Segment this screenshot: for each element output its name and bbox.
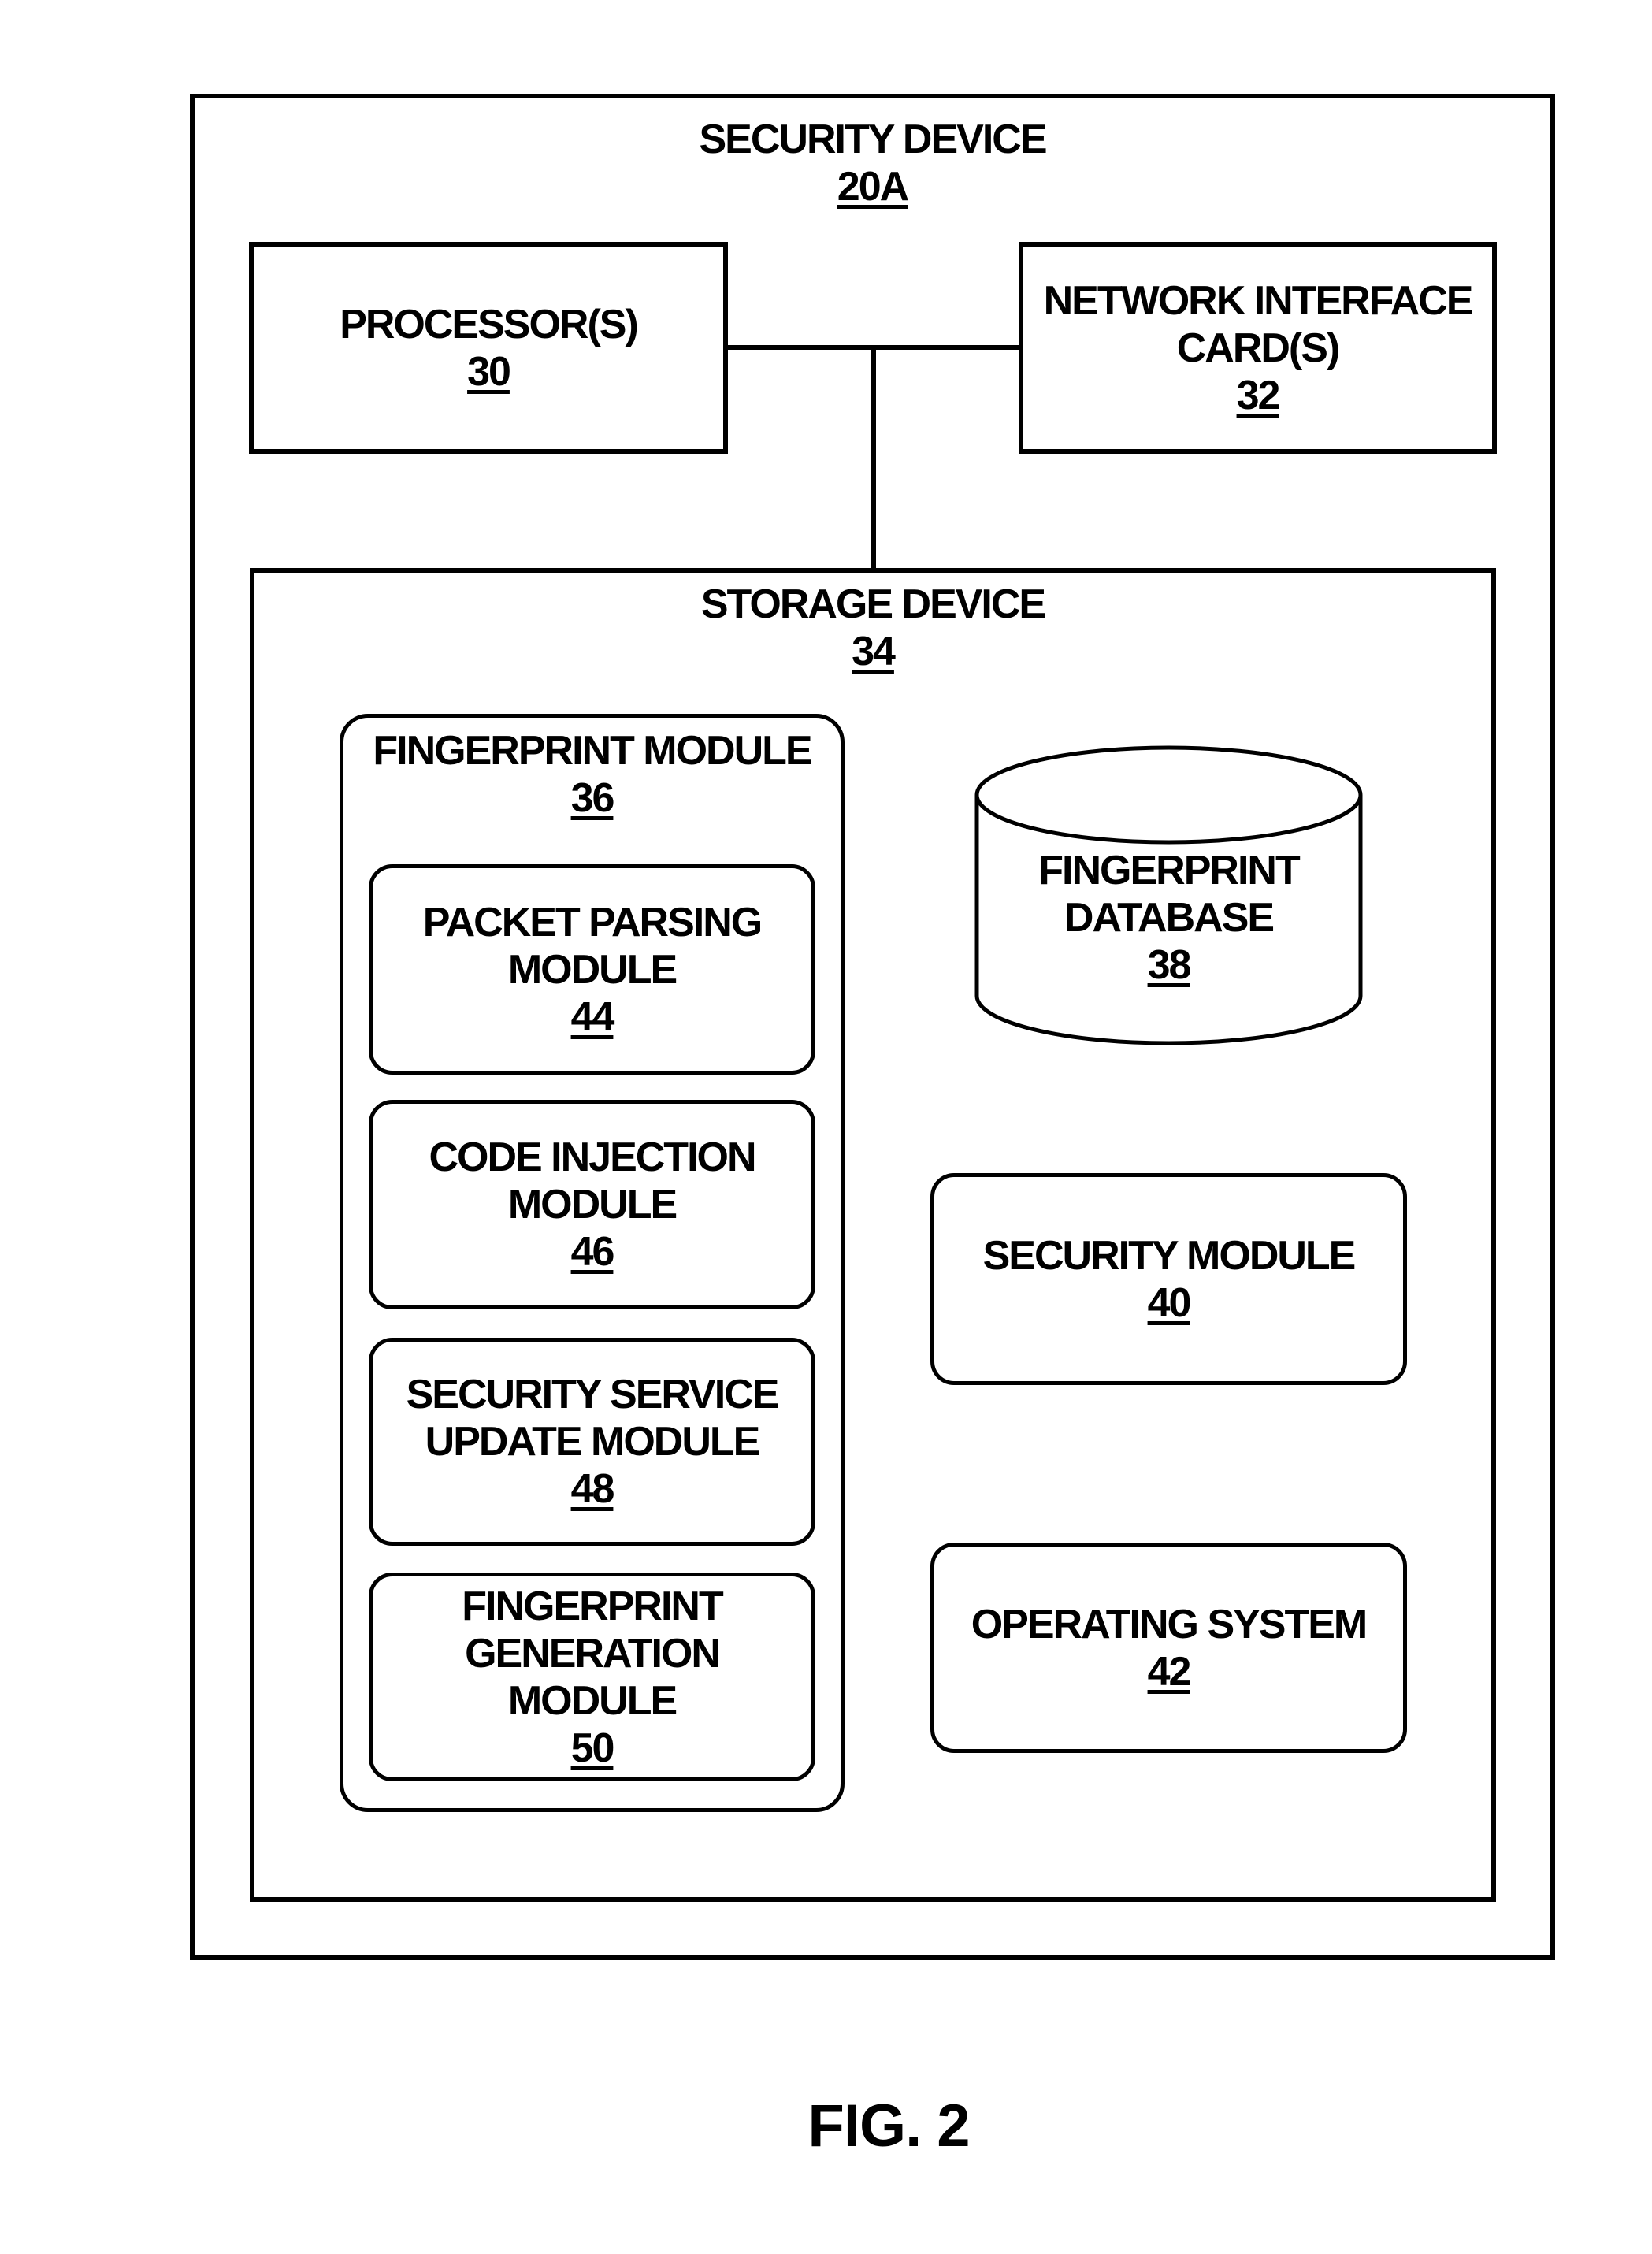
fingerprint-database-title-line-2: DATABASE [1064,895,1275,941]
operating-system-ref: 42 [1147,1648,1192,1695]
packet-parsing-title-line-2: MODULE [507,946,678,993]
operating-system-title: OPERATING SYSTEM [971,1601,1368,1647]
packet-parsing-module-box: PACKET PARSING MODULE 44 [369,864,815,1075]
fingerprint-database-label: FINGERPRINT DATABASE 38 [977,847,1361,989]
fingerprint-module-label: FINGERPRINT MODULE 36 [343,727,841,822]
network-interface-label: NETWORK INTERFACE CARD(S) 32 [1043,277,1474,419]
processor-title: PROCESSOR(S) [340,301,639,347]
storage-device-label: STORAGE DEVICE 34 [254,581,1491,675]
code-injection-title-line-2: MODULE [507,1182,678,1227]
network-interface-box: NETWORK INTERFACE CARD(S) 32 [1019,242,1497,454]
processor-ref: 30 [467,348,511,395]
fingerprint-database-ref: 38 [1147,942,1192,988]
fingerprint-generation-ref: 50 [570,1725,615,1771]
security-service-update-module-label: SECURITY SERVICE UPDATE MODULE 48 [406,1371,780,1513]
bus-connector-vertical [871,345,876,573]
fingerprint-module-ref: 36 [570,775,615,821]
processor-box: PROCESSOR(S) 30 [249,242,728,454]
fingerprint-generation-title-line-1: FINGERPRINT [462,1583,723,1629]
fingerprint-database-title-line-1: FINGERPRINT [1038,848,1300,893]
security-module-title: SECURITY MODULE [982,1232,1357,1279]
network-interface-ref: 32 [1236,372,1281,418]
code-injection-module-label: CODE INJECTION MODULE 46 [429,1134,756,1276]
database-cylinder-top [974,745,1363,845]
storage-device-ref: 34 [852,629,896,674]
security-device-ref: 20A [837,164,909,210]
security-module-box: SECURITY MODULE 40 [930,1173,1407,1385]
packet-parsing-module-label: PACKET PARSING MODULE 44 [422,899,763,1041]
network-interface-title-line-1: NETWORK INTERFACE [1043,277,1474,324]
fingerprint-generation-title-line-2: GENERATION [465,1630,721,1677]
security-module-ref: 40 [1147,1279,1192,1326]
operating-system-label: OPERATING SYSTEM 42 [971,1601,1368,1695]
fingerprint-module-title: FINGERPRINT MODULE [373,728,812,774]
security-module-label: SECURITY MODULE 40 [982,1232,1357,1327]
code-injection-module-box: CODE INJECTION MODULE 46 [369,1100,815,1309]
security-service-update-module-box: SECURITY SERVICE UPDATE MODULE 48 [369,1338,815,1546]
network-interface-title-line-2: CARD(S) [1176,325,1341,371]
code-injection-ref: 46 [570,1229,615,1275]
processor-label: PROCESSOR(S) 30 [340,301,639,395]
security-device-label: SECURITY DEVICE 20A [195,116,1550,210]
fingerprint-generation-module-label: FINGERPRINT GENERATION MODULE 50 [462,1583,723,1772]
storage-device-title: STORAGE DEVICE [700,581,1046,627]
packet-parsing-title-line-1: PACKET PARSING [422,899,763,945]
security-service-update-title-line-2: UPDATE MODULE [425,1419,761,1465]
figure-caption: FIG. 2 [807,2092,970,2159]
packet-parsing-ref: 44 [570,993,615,1040]
fingerprint-generation-module-box: FINGERPRINT GENERATION MODULE 50 [369,1573,815,1781]
security-service-update-title-line-1: SECURITY SERVICE [406,1372,780,1417]
code-injection-title-line-1: CODE INJECTION [429,1134,756,1180]
fingerprint-generation-title-line-3: MODULE [507,1677,678,1724]
security-device-title: SECURITY DEVICE [699,117,1047,162]
operating-system-box: OPERATING SYSTEM 42 [930,1543,1407,1753]
security-service-update-ref: 48 [570,1466,615,1512]
